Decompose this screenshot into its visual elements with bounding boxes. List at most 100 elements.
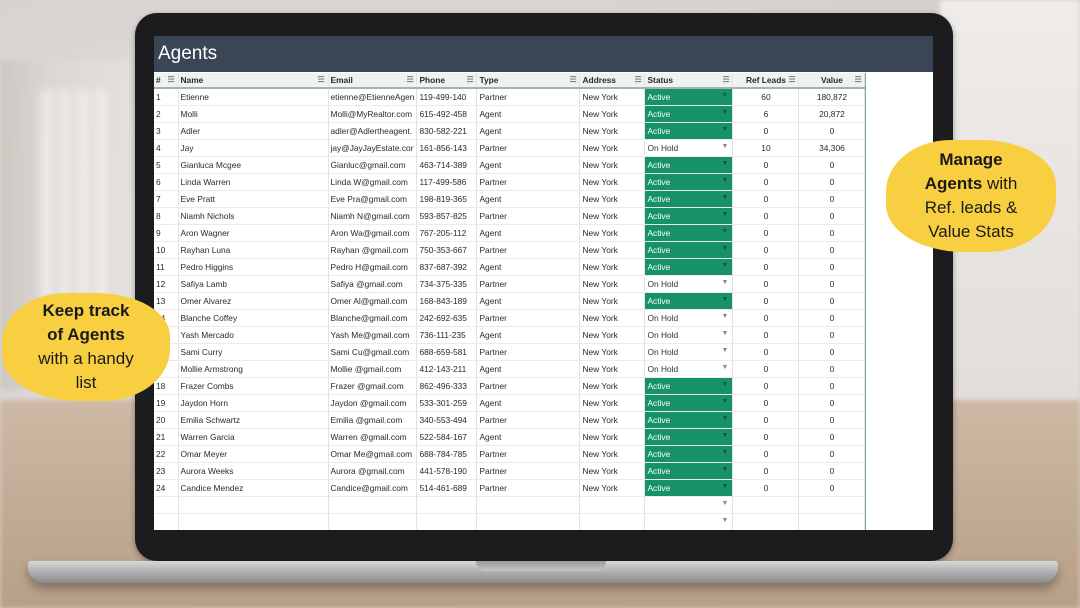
cell-value[interactable]: 0 bbox=[798, 411, 866, 429]
empty-cell[interactable] bbox=[732, 496, 800, 514]
chevron-down-icon[interactable]: ▼ bbox=[722, 466, 729, 473]
cell-email[interactable]: jay@JayJayEstate.cor bbox=[328, 139, 418, 157]
cell-type[interactable]: Partner bbox=[476, 377, 581, 395]
table-row[interactable]: 14Blanche CoffeyBlanche@gmail.com242-692… bbox=[154, 309, 866, 327]
cell-email[interactable]: Emilia @gmail.com bbox=[328, 411, 418, 429]
cell-email[interactable]: Warren @gmail.com bbox=[328, 428, 418, 446]
cell-status[interactable]: Active ▼ bbox=[644, 156, 734, 174]
cell-number[interactable]: 23 bbox=[154, 462, 179, 480]
empty-cell[interactable] bbox=[178, 496, 329, 514]
cell-phone[interactable]: 593-857-825 bbox=[416, 207, 478, 225]
table-row[interactable]: 1 Etienne etienne@EtienneAgen 119-499-140 Pa… bbox=[154, 88, 866, 106]
cell-phone[interactable]: 198-819-365 bbox=[416, 190, 478, 208]
cell-status[interactable]: Active ▼ bbox=[644, 105, 734, 123]
chevron-down-icon[interactable]: ▼ bbox=[722, 194, 729, 201]
cell-status[interactable]: Active ▼ bbox=[644, 241, 734, 259]
table-row[interactable]: 16Sami CurrySami Cu@gmail.com688-659-581… bbox=[154, 343, 866, 361]
empty-cell[interactable] bbox=[154, 496, 179, 514]
cell-address[interactable]: New York bbox=[579, 326, 646, 344]
cell-status[interactable]: Active ▼ bbox=[644, 411, 734, 429]
cell-address[interactable]: New York bbox=[579, 360, 646, 378]
chevron-down-icon[interactable]: ▼ bbox=[722, 415, 729, 422]
empty-cell[interactable] bbox=[416, 513, 478, 530]
cell-name[interactable]: Frazer Combs bbox=[178, 377, 329, 395]
cell-status[interactable]: Active ▼ bbox=[644, 258, 734, 276]
cell-ref-leads[interactable]: 0 bbox=[732, 479, 800, 497]
chevron-down-icon[interactable]: ▼ bbox=[722, 347, 729, 354]
col-header-phone[interactable]: Phone ☰ bbox=[416, 73, 478, 89]
cell-ref-leads[interactable]: 0 bbox=[732, 462, 800, 480]
chevron-down-icon[interactable]: ▼ bbox=[722, 177, 729, 184]
cell-ref-leads[interactable]: 0 bbox=[732, 224, 800, 242]
cell-phone[interactable]: 767-205-112 bbox=[416, 224, 478, 242]
cell-value[interactable]: 0 bbox=[798, 241, 866, 259]
empty-cell[interactable] bbox=[732, 513, 800, 530]
table-row[interactable]: 13 Omer Alvarez Omer Al@gmail.com 168-843-1… bbox=[154, 292, 866, 310]
cell-email[interactable]: Pedro H@gmail.com bbox=[328, 258, 418, 276]
cell-number[interactable]: 22 bbox=[154, 445, 179, 463]
table-row[interactable]: 22 Omar Meyer Omar Me@gmail.com 688-784-785… bbox=[154, 445, 866, 463]
cell-address[interactable]: New York bbox=[579, 343, 646, 361]
cell-value[interactable]: 34,306 bbox=[798, 139, 866, 157]
cell-name[interactable]: Candice Mendez bbox=[178, 479, 329, 497]
cell-value[interactable]: 0 bbox=[798, 360, 866, 378]
cell-ref-leads[interactable]: 0 bbox=[732, 377, 800, 395]
cell-address[interactable]: New York bbox=[579, 377, 646, 395]
cell-phone[interactable]: 736-111-235 bbox=[416, 326, 478, 344]
cell-email[interactable]: Mollie @gmail.com bbox=[328, 360, 418, 378]
cell-status[interactable]: Active ▼ bbox=[644, 122, 734, 140]
cell-name[interactable]: Mollie Armstrong bbox=[178, 360, 329, 378]
cell-value[interactable]: 180,872 bbox=[798, 88, 866, 106]
cell-type[interactable]: Partner bbox=[476, 275, 581, 293]
chevron-down-icon[interactable]: ▼ bbox=[722, 211, 729, 218]
cell-ref-leads[interactable]: 0 bbox=[732, 122, 800, 140]
cell-phone[interactable]: 168-843-189 bbox=[416, 292, 478, 310]
cell-phone[interactable]: 750-353-667 bbox=[416, 241, 478, 259]
chevron-down-icon[interactable]: ▼ bbox=[722, 296, 729, 303]
cell-number[interactable]: 12 bbox=[154, 275, 179, 293]
cell-number[interactable]: 1 bbox=[154, 88, 179, 106]
cell-phone[interactable]: 117-499-586 bbox=[416, 173, 478, 191]
cell-phone[interactable]: 242-692-635 bbox=[416, 309, 478, 327]
cell-phone[interactable]: 441-578-190 bbox=[416, 462, 478, 480]
empty-cell[interactable] bbox=[154, 513, 179, 530]
cell-email[interactable]: Linda W@gmail.com bbox=[328, 173, 418, 191]
chevron-down-icon[interactable]: ▼ bbox=[722, 364, 729, 371]
cell-value[interactable]: 0 bbox=[798, 309, 866, 327]
cell-name[interactable]: Molli bbox=[178, 105, 329, 123]
empty-row[interactable]: ▼ bbox=[154, 496, 866, 514]
table-row[interactable]: 8 Niamh Nichols Niamh N@gmail.com 593-857-8… bbox=[154, 207, 866, 225]
cell-email[interactable]: Frazer @gmail.com bbox=[328, 377, 418, 395]
cell-phone[interactable]: 533-301-259 bbox=[416, 394, 478, 412]
cell-value[interactable]: 0 bbox=[798, 173, 866, 191]
cell-phone[interactable]: 463-714-389 bbox=[416, 156, 478, 174]
cell-number[interactable]: 3 bbox=[154, 122, 179, 140]
col-header-status[interactable]: Status ☰ bbox=[644, 73, 734, 89]
cell-type[interactable]: Agent bbox=[476, 394, 581, 412]
cell-name[interactable]: Safiya Lamb bbox=[178, 275, 329, 293]
cell-email[interactable]: Aurora @gmail.com bbox=[328, 462, 418, 480]
cell-address[interactable]: New York bbox=[579, 479, 646, 497]
cell-status[interactable]: Active ▼ bbox=[644, 224, 734, 242]
cell-email[interactable]: Molli@MyRealtor.com bbox=[328, 105, 418, 123]
cell-address[interactable]: New York bbox=[579, 207, 646, 225]
cell-name[interactable]: Rayhan Luna bbox=[178, 241, 329, 259]
cell-address[interactable]: New York bbox=[579, 139, 646, 157]
cell-type[interactable]: Partner bbox=[476, 343, 581, 361]
cell-type[interactable]: Agent bbox=[476, 428, 581, 446]
cell-value[interactable]: 0 bbox=[798, 156, 866, 174]
cell-number[interactable]: 19 bbox=[154, 394, 179, 412]
table-row[interactable]: 12 Safiya Lamb Safiya @gmail.com 734-375-33… bbox=[154, 275, 866, 293]
cell-type[interactable]: Partner bbox=[476, 411, 581, 429]
chevron-down-icon[interactable]: ▼ bbox=[722, 483, 729, 490]
cell-value[interactable]: 0 bbox=[798, 275, 866, 293]
cell-type[interactable]: Agent bbox=[476, 122, 581, 140]
table-row[interactable]: 17Mollie ArmstrongMollie @gmail.com412-1… bbox=[154, 360, 866, 378]
cell-value[interactable]: 0 bbox=[798, 394, 866, 412]
cell-value[interactable]: 0 bbox=[798, 326, 866, 344]
cell-ref-leads[interactable]: 60 bbox=[732, 88, 800, 106]
cell-status[interactable]: On Hold ▼ bbox=[644, 343, 734, 361]
cell-name[interactable]: Omar Meyer bbox=[178, 445, 329, 463]
filter-icon[interactable]: ☰ bbox=[722, 75, 729, 84]
chevron-down-icon[interactable]: ▼ bbox=[722, 432, 729, 439]
